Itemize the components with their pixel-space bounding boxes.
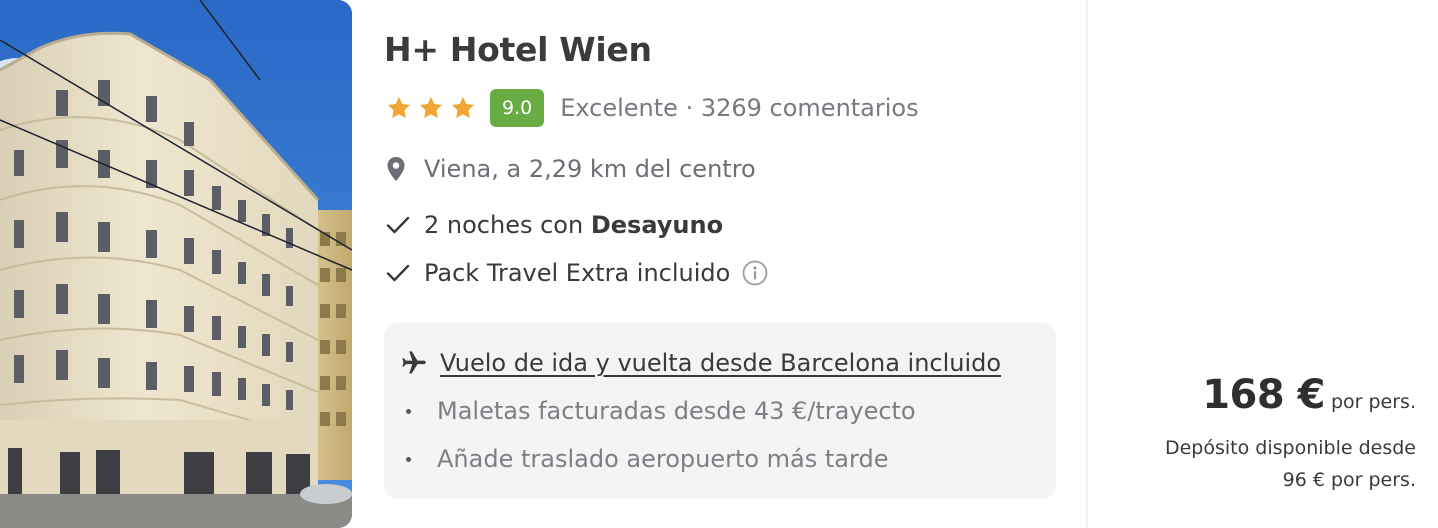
flight-title-row[interactable]: Vuelo de ida y vuelta desde Barcelona in… [400,349,1001,377]
flight-detail-text: Añade traslado aeropuerto más tarde [437,445,889,473]
checkmark-icon [386,263,414,283]
star-icon [418,95,444,121]
bullet-icon [406,456,411,462]
board-type: Desayuno [590,211,724,239]
hotel-photo[interactable] [0,0,352,528]
hotel-star-rating [386,95,476,121]
flight-detail-item: Añade traslado aeropuerto más tarde [406,445,888,473]
bullet-icon [406,408,411,414]
review-score-badge: 9.0 [490,89,545,127]
flight-included-link[interactable]: Vuelo de ida y vuelta desde Barcelona in… [440,349,1001,377]
price-unit: por pers. [1330,391,1416,413]
price-amount: 168 € [1202,372,1325,418]
hotel-name[interactable]: H+ Hotel Wien [384,30,652,69]
checkmark-icon [386,215,414,235]
airplane-icon [400,349,428,377]
star-icon [386,95,412,121]
flight-detail-item: Maletas facturadas desde 43 €/trayecto [406,397,916,425]
hotel-offer-card[interactable]: H+ Hotel Wien 9.0 Excelente · 3269 comen… [0,0,1438,528]
hotel-location: Viena, a 2,29 km del centro [386,155,756,183]
map-pin-icon [386,156,414,182]
review-summary[interactable]: Excelente · 3269 comentarios [560,94,918,122]
flight-info-box: Vuelo de ida y vuelta desde Barcelona in… [384,323,1056,499]
feature-text: Pack Travel Extra incluido [424,259,731,287]
deposit-line-2: 96 € por pers. [1282,469,1416,491]
hotel-building-image [0,0,352,528]
star-icon [450,95,476,121]
feature-text: 2 noches con [424,211,591,239]
info-icon[interactable] [742,260,768,286]
feature-travel-pack: Pack Travel Extra incluido [386,259,768,287]
price-line: 168 € por pers. [1165,372,1416,418]
rating-row: 9.0 Excelente · 3269 comentarios [386,88,919,128]
location-text: Viena, a 2,29 km del centro [424,155,756,183]
deposit-line-1: Depósito disponible desde [1164,437,1416,459]
column-divider [1086,0,1088,528]
feature-board-nights: 2 noches con Desayuno [386,211,723,239]
flight-detail-text: Maletas facturadas desde 43 €/trayecto [437,397,916,425]
price-panel: 168 € por pers. Depósito disponible desd… [1165,372,1416,496]
deposit-info: Depósito disponible desde 96 € por pers. [1165,432,1416,496]
